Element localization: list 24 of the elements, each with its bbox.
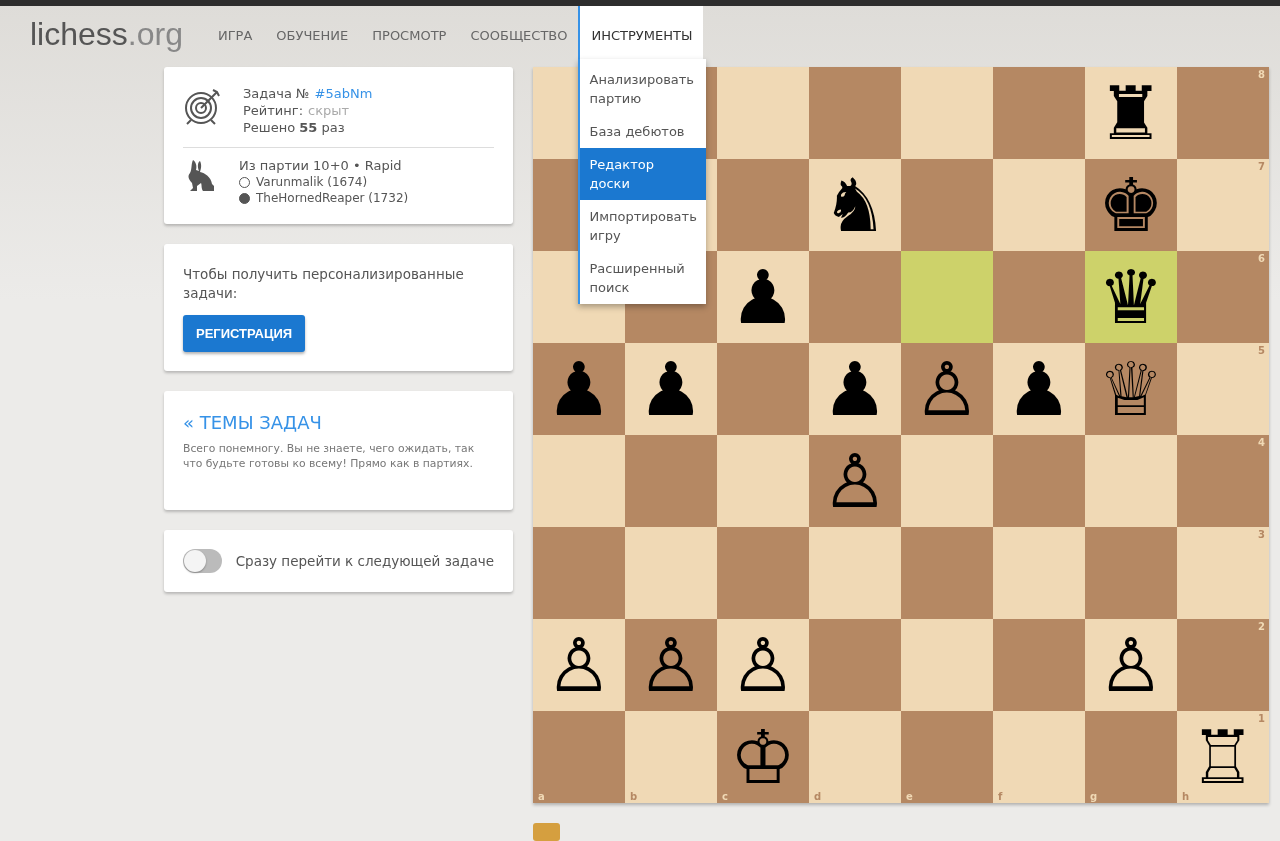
file-label: g	[1090, 791, 1098, 802]
solved-count: Решено 55 раз	[243, 120, 346, 135]
rank-label: 5	[1258, 345, 1265, 356]
rank-label: 7	[1258, 161, 1265, 172]
puzzle-title: Задача №	[243, 86, 310, 101]
signup-text: Чтобы получить персонализированные задачи:	[183, 265, 465, 303]
rating-label: Рейтинг:	[243, 103, 304, 118]
file-label: e	[906, 791, 913, 802]
file-label: c	[722, 791, 728, 802]
file-label: h	[1182, 791, 1190, 802]
rating-value: скрыт	[308, 103, 350, 118]
game-info: Из партии 10+0 • Rapid	[239, 158, 403, 173]
rank-label: 3	[1258, 529, 1265, 540]
rank-label: 8	[1258, 69, 1265, 80]
file-label: b	[630, 791, 638, 802]
rank-label: 4	[1258, 437, 1265, 448]
rank-label: 1	[1258, 713, 1265, 724]
file-label: a	[538, 791, 545, 802]
file-label: d	[814, 791, 822, 802]
rank-label: 6	[1258, 253, 1265, 264]
toggle-label: Сразу перейти к следующей задаче	[235, 553, 494, 569]
file-label: f	[998, 791, 1003, 802]
theme-description: Всего понемногу. Вы не знаете, чего ожидать, так что будьте готовы ко всему! Прямо как в партиях.	[183, 441, 476, 472]
rank-label: 2	[1258, 621, 1265, 632]
